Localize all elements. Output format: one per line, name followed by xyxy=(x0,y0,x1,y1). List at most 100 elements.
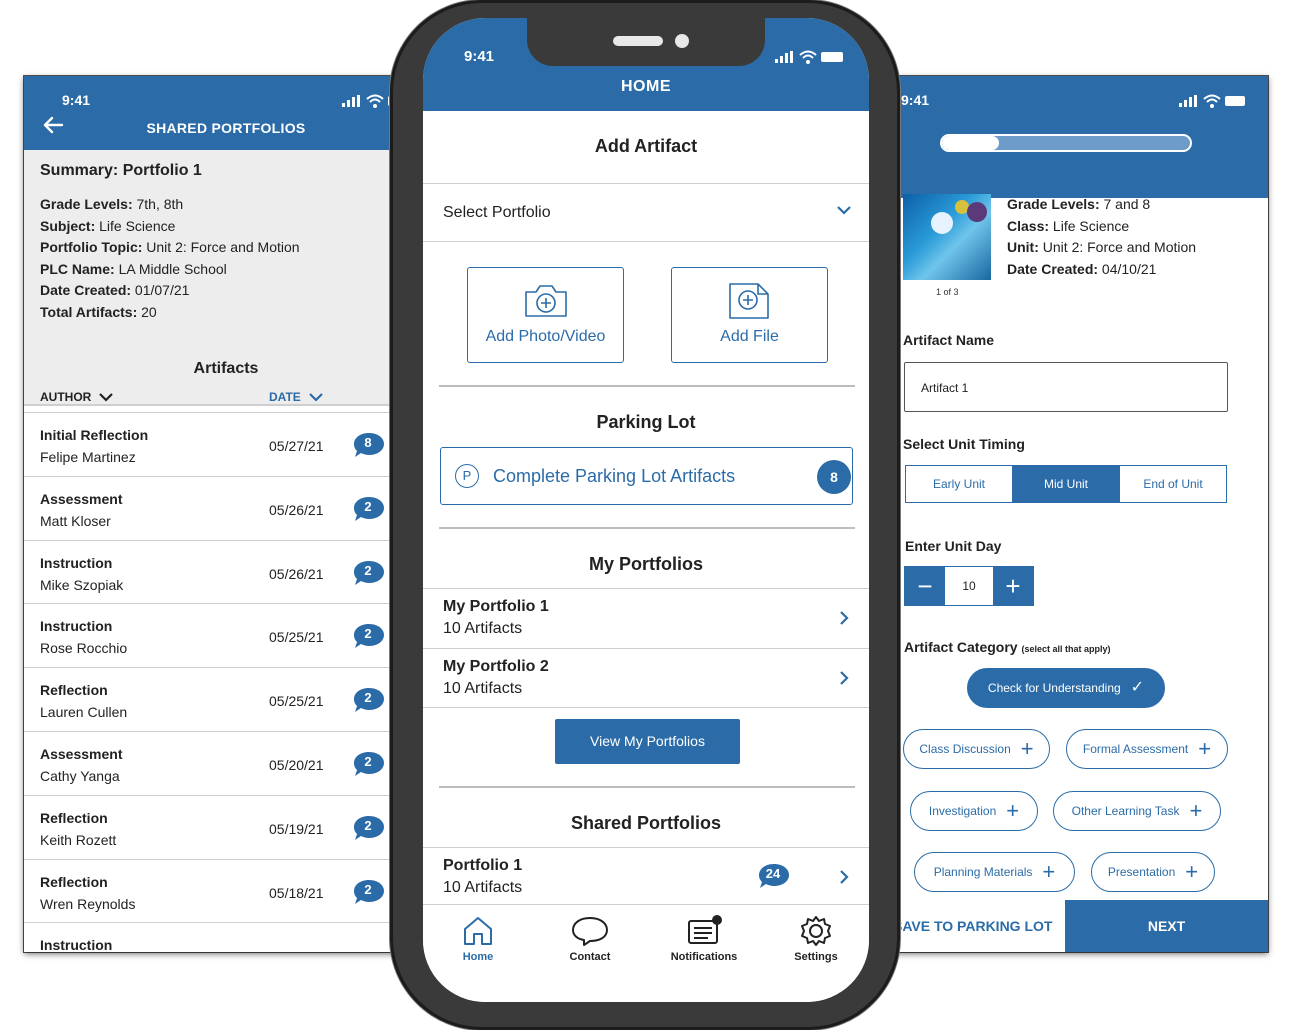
comment-count-badge[interactable]: 24 xyxy=(757,862,791,890)
home-icon xyxy=(464,917,492,945)
author-column-label: AUTHOR xyxy=(40,390,92,404)
tab-home[interactable]: Home xyxy=(433,915,523,963)
chevron-right-icon xyxy=(840,870,849,884)
view-my-portfolios-button[interactable]: View My Portfolios xyxy=(555,719,740,764)
category-chip[interactable]: Investigation + xyxy=(910,791,1038,831)
comment-count: 2 xyxy=(364,753,372,769)
artifact-thumbnail[interactable] xyxy=(903,194,991,280)
decrement-button[interactable]: − xyxy=(905,567,945,605)
add-photo-video-button[interactable]: Add Photo/Video xyxy=(467,267,624,363)
portfolio-count: 10 Artifacts xyxy=(443,620,523,637)
page-title: HOME xyxy=(621,78,671,95)
notifications-icon xyxy=(688,915,722,944)
portfolio-name: Portfolio 1 xyxy=(443,857,523,874)
sort-author[interactable]: AUTHOR xyxy=(40,390,114,404)
artifact-row[interactable]: Assessment Matt Kloser 05/26/21 2 xyxy=(24,475,400,540)
artifact-name-input[interactable]: Artifact 1 xyxy=(904,362,1228,412)
tab-label: Contact xyxy=(569,951,611,963)
summary-row-label: PLC Name: xyxy=(40,260,115,277)
category-chip[interactable]: Planning Materials + xyxy=(914,852,1075,892)
artifact-row[interactable]: Instruction xyxy=(24,922,400,952)
summary-row: Subject: Life Science xyxy=(40,216,384,238)
artifact-author: Cathy Yanga xyxy=(40,767,120,784)
portfolio-count: 10 Artifacts xyxy=(443,879,523,896)
select-portfolio-dropdown[interactable]: Select Portfolio xyxy=(423,183,869,242)
sort-date[interactable]: DATE xyxy=(269,390,323,404)
save-to-parking-lot-button[interactable]: SAVE TO PARKING LOT xyxy=(893,900,1065,952)
progress-fill xyxy=(942,136,1000,150)
artifact-row[interactable]: Reflection Keith Rozett 05/19/21 2 xyxy=(24,794,400,859)
summary-row: Total Artifacts: 20 xyxy=(40,302,384,324)
category-chip-label: Formal Assessment xyxy=(1082,742,1189,756)
artifact-type: Assessment xyxy=(40,490,123,507)
artifact-author: Rose Rocchio xyxy=(40,640,128,657)
category-chip[interactable]: Other Learning Task + xyxy=(1053,791,1221,831)
plus-icon: + xyxy=(1006,798,1020,823)
comment-count: 2 xyxy=(364,690,372,706)
form-progress-bar xyxy=(940,134,1192,152)
artifact-date: 05/20/21 xyxy=(269,756,324,773)
artifact-row[interactable]: Reflection Wren Reynolds 05/18/21 2 xyxy=(24,858,400,923)
complete-parking-lot-button[interactable]: P Complete Parking Lot Artifacts 8 xyxy=(440,447,853,505)
unit-timing-option[interactable]: Early Unit xyxy=(906,466,1013,502)
phone-notch xyxy=(527,18,765,66)
thumbnail-caption: 1 of 3 xyxy=(936,287,959,297)
artifact-type: Reflection xyxy=(40,873,108,890)
next-button[interactable]: NEXT xyxy=(1065,900,1268,952)
category-chip[interactable]: Formal Assessment + xyxy=(1066,729,1228,769)
unit-day-value[interactable]: 10 xyxy=(945,567,993,605)
artifact-row[interactable]: Initial Reflection Felipe Martinez 05/27/2… xyxy=(24,412,400,476)
tab-settings[interactable]: Settings xyxy=(771,915,861,963)
unit-timing-option[interactable]: Mid Unit xyxy=(1013,466,1120,502)
comment-count-badge[interactable]: 2 xyxy=(352,622,386,650)
category-chip[interactable]: Class Discussion + xyxy=(903,729,1050,769)
artifact-row[interactable]: Reflection Lauren Cullen 05/25/21 2 xyxy=(24,667,400,731)
add-file-label: Add File xyxy=(720,328,779,345)
comment-count-badge[interactable]: 2 xyxy=(352,878,386,906)
artifact-row[interactable]: Instruction Rose Rocchio 05/25/21 2 xyxy=(24,603,400,667)
summary-row-value: LA Middle School xyxy=(114,260,227,277)
unit-timing-option[interactable]: End of Unit xyxy=(1120,466,1226,502)
signal-icon xyxy=(1179,95,1197,107)
shared-portfolio-row[interactable]: Portfolio 1 10 Artifacts 24 xyxy=(423,847,869,907)
chevron-down-icon xyxy=(99,392,114,402)
artifact-type: Initial Reflection xyxy=(40,427,149,443)
comment-count-badge[interactable]: 2 xyxy=(352,686,386,714)
category-label-text: Artifact Category xyxy=(904,639,1018,655)
artifact-date: 05/19/21 xyxy=(269,820,324,837)
wifi-icon xyxy=(366,94,384,108)
my-portfolio-row[interactable]: My Portfolio 1 10 Artifacts xyxy=(423,588,869,648)
unit-day-label: Enter Unit Day xyxy=(905,538,1002,554)
add-file-button[interactable]: Add File xyxy=(671,267,828,363)
portfolio-name: My Portfolio 2 xyxy=(443,658,549,675)
tab-contact[interactable]: Contact xyxy=(545,915,635,963)
artifact-type: Instruction xyxy=(40,618,113,635)
tab-notifications[interactable]: Notifications xyxy=(659,915,749,963)
add-artifact-title: Add Artifact xyxy=(594,136,698,156)
comment-count-badge[interactable]: 2 xyxy=(352,814,386,842)
comment-count-badge[interactable]: 2 xyxy=(352,495,386,523)
comment-count-badge[interactable]: 8 xyxy=(352,431,386,459)
category-chip[interactable]: Presentation + xyxy=(1091,852,1215,892)
meta-row: Grade Levels: 7 and 8 xyxy=(1007,194,1196,216)
artifacts-title: Artifacts xyxy=(193,360,259,377)
my-portfolio-row[interactable]: My Portfolio 2 10 Artifacts xyxy=(423,648,869,708)
signal-icon xyxy=(775,51,793,63)
comment-count: 2 xyxy=(364,626,372,642)
comment-count: 2 xyxy=(364,817,372,833)
increment-button[interactable]: + xyxy=(993,567,1033,605)
summary-row-label: Total Artifacts: xyxy=(40,303,138,320)
my-portfolios-title: My Portfolios xyxy=(588,554,703,574)
artifact-type: Instruction xyxy=(40,554,113,571)
artifact-row[interactable]: Assessment Cathy Yanga 05/20/21 2 xyxy=(24,730,400,795)
parking-lot-count-badge: 8 xyxy=(817,460,851,494)
artifact-author: Mike Szopiak xyxy=(40,576,124,593)
artifact-date: 05/26/21 xyxy=(269,501,324,518)
category-chip[interactable]: Check for Understanding ✓ xyxy=(967,668,1165,708)
comment-count-badge[interactable]: 2 xyxy=(352,750,386,778)
summary-row-value: Life Science xyxy=(95,217,176,234)
artifact-row[interactable]: Instruction Mike Szopiak 05/26/21 2 xyxy=(24,539,400,604)
comment-count-badge[interactable]: 2 xyxy=(352,559,386,587)
portfolio-name: My Portfolio 1 xyxy=(443,598,549,615)
meta-label: Date Created: xyxy=(1007,260,1099,277)
